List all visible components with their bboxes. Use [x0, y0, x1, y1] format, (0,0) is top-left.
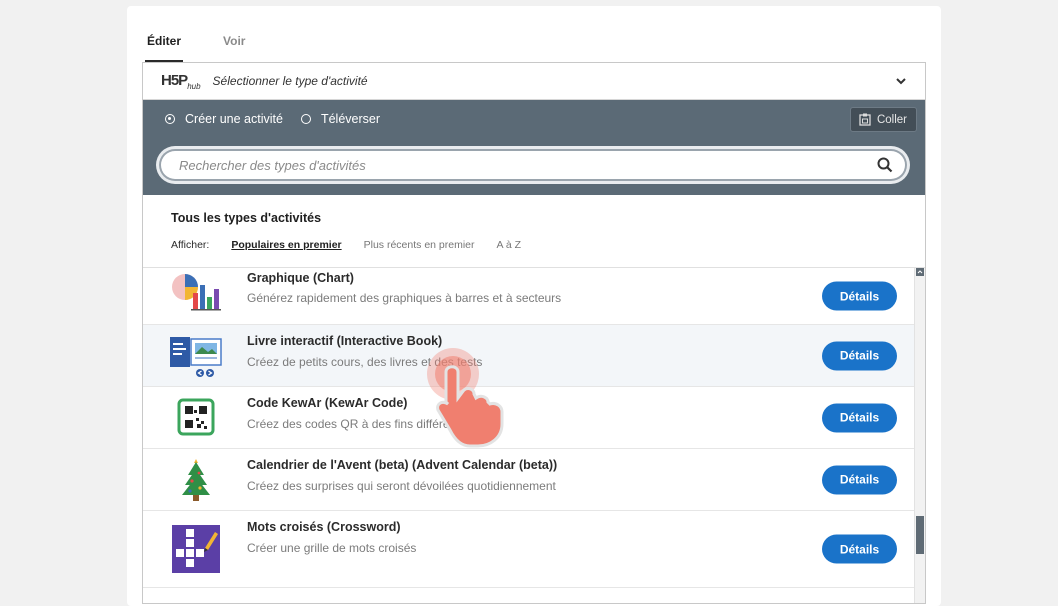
interactive-book-icon — [170, 336, 222, 377]
chevron-down-icon[interactable] — [895, 75, 907, 87]
sort-newest[interactable]: Plus récents en premier — [364, 239, 475, 251]
crossword-icon — [172, 525, 220, 573]
sort-alpha[interactable]: A à Z — [497, 239, 522, 251]
scroll-up-icon[interactable] — [916, 268, 924, 276]
list-item[interactable]: Graphique (Chart) Générez rapidement des… — [143, 268, 914, 325]
search-input[interactable] — [177, 156, 861, 174]
create-activity-radio[interactable]: Créer une activité — [165, 112, 283, 126]
details-button[interactable]: Détails — [822, 341, 897, 370]
list-header: Tous les types d'activités Afficher: Pop… — [143, 195, 925, 268]
sort-options: Afficher: Populaires en premier Plus réc… — [171, 239, 543, 251]
show-label: Afficher: — [171, 239, 210, 251]
create-activity-label: Créer une activité — [185, 112, 283, 126]
content-type-list: Graphique (Chart) Générez rapidement des… — [143, 268, 914, 588]
radio-checked-icon — [165, 114, 175, 124]
search-area — [143, 138, 925, 195]
christmas-tree-icon — [182, 458, 210, 501]
tab-edit[interactable]: Éditer — [145, 33, 184, 62]
touch-pointer-icon — [427, 348, 504, 448]
paste-label: Coller — [876, 113, 907, 126]
paste-button[interactable]: Coller — [849, 107, 917, 132]
details-button[interactable]: Détails — [822, 403, 897, 432]
details-button[interactable]: Détails — [822, 534, 897, 564]
list-item[interactable]: Mots croisés (Crossword) Créer une grill… — [143, 511, 914, 588]
item-name: Livre interactif (Interactive Book) — [247, 334, 443, 348]
clipboard-icon — [859, 113, 871, 126]
hub-header[interactable]: H5Phub Sélectionner le type d'activité — [143, 63, 925, 100]
tab-view[interactable]: Voir — [221, 33, 247, 60]
list-item[interactable]: Livre interactif (Interactive Book) Crée… — [143, 325, 914, 387]
hub-title: Sélectionner le type d'activité — [212, 74, 368, 88]
list-item[interactable]: Code KewAr (KewAr Code) Créez des codes … — [143, 387, 914, 449]
details-button[interactable]: Détails — [822, 465, 897, 494]
item-desc: Créez des surprises qui seront dévoilées… — [247, 479, 556, 493]
h5p-hub: H5Phub Sélectionner le type d'activité C… — [142, 62, 926, 604]
search-box[interactable] — [159, 149, 907, 181]
item-desc: Générez rapidement des graphiques à barr… — [247, 291, 562, 305]
details-button[interactable]: Détails — [822, 281, 897, 311]
list-scrollbar[interactable] — [914, 268, 925, 603]
radio-unchecked-icon — [300, 114, 311, 124]
upload-label: Téléverser — [320, 112, 381, 126]
item-name: Graphique (Chart) — [247, 271, 354, 285]
h5p-logo: H5Phub — [161, 71, 201, 91]
sort-popular[interactable]: Populaires en premier — [231, 239, 341, 251]
search-icon[interactable] — [877, 157, 893, 173]
list-heading: Tous les types d'activités — [171, 211, 322, 225]
list-item[interactable]: Calendrier de l'Avent (beta) (Advent Cal… — [143, 449, 914, 511]
item-name: Mots croisés (Crossword) — [247, 520, 401, 534]
upload-radio[interactable]: Téléverser — [300, 112, 381, 126]
editor-tabs: Éditer Voir — [145, 33, 247, 62]
item-name: Calendrier de l'Avent (beta) (Advent Cal… — [247, 458, 558, 472]
chart-icon — [172, 274, 221, 311]
qr-code-icon — [177, 398, 215, 435]
item-name: Code KewAr (KewAr Code) — [247, 396, 408, 410]
hub-toolbar: Créer une activité Téléverser Coller — [143, 100, 925, 138]
scrollbar-thumb[interactable] — [916, 516, 924, 554]
item-desc: Créer une grille de mots croisés — [247, 541, 417, 555]
